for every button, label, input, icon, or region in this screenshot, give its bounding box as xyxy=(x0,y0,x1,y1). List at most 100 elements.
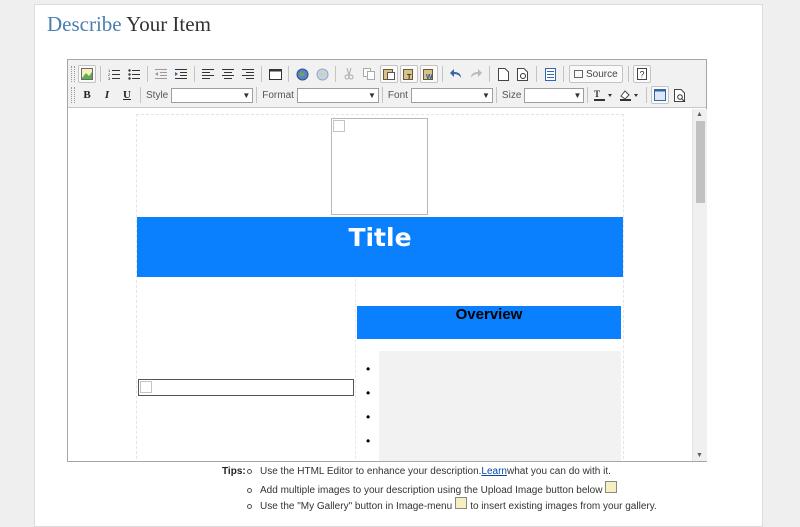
undo-icon[interactable] xyxy=(447,65,465,83)
size-label: Size xyxy=(501,89,522,101)
chevron-down-icon: ▼ xyxy=(367,90,376,100)
source-button[interactable]: Source xyxy=(569,65,623,83)
copy-icon[interactable] xyxy=(360,65,378,83)
outdent-icon[interactable] xyxy=(152,65,170,83)
align-left-icon[interactable] xyxy=(199,65,217,83)
svg-text:3: 3 xyxy=(108,76,111,80)
image-icon xyxy=(455,497,468,509)
style-label: Style xyxy=(146,89,169,101)
align-right-icon[interactable] xyxy=(239,65,257,83)
tips-label: Tips: xyxy=(222,466,246,477)
toolbar-separator xyxy=(261,66,262,82)
bulleted-list-icon[interactable] xyxy=(125,65,143,83)
source-icon xyxy=(574,70,583,78)
heading-word-your-item: Your Item xyxy=(126,12,211,36)
italic-button[interactable]: I xyxy=(98,86,116,104)
toolbar-separator xyxy=(147,66,148,82)
learn-link[interactable]: Learn xyxy=(481,466,507,477)
new-page-icon[interactable] xyxy=(494,65,512,83)
column-divider xyxy=(355,279,356,461)
bold-button[interactable]: B xyxy=(78,86,96,104)
format-label: Format xyxy=(262,89,294,101)
toolbar-separator xyxy=(100,66,101,82)
numbered-list-icon[interactable]: 123 xyxy=(105,65,123,83)
paste-text-icon[interactable]: T xyxy=(400,65,418,83)
bullet-point: • xyxy=(366,362,371,376)
chevron-down-icon: ▼ xyxy=(482,90,490,100)
tip-bullet-icon xyxy=(247,503,252,509)
toolbar-separator xyxy=(627,66,629,82)
templates-icon[interactable] xyxy=(541,65,559,83)
align-center-icon[interactable] xyxy=(219,65,237,83)
bullet-list-area[interactable] xyxy=(379,351,621,461)
underline-button[interactable]: U xyxy=(118,86,136,104)
toolbar-grip[interactable] xyxy=(71,87,75,103)
show-blocks-icon[interactable] xyxy=(671,86,689,104)
toolbar-separator xyxy=(381,87,383,103)
logo-image-placeholder[interactable] xyxy=(331,118,428,215)
size-select[interactable]: ▼ xyxy=(524,87,585,103)
heading-word-describe: Describe xyxy=(47,12,122,36)
style-select[interactable]: ▼ xyxy=(171,87,254,103)
tip-item: Use the HTML Editor to enhance your desc… xyxy=(247,466,611,477)
editor-scrollbar[interactable]: ▲ ▼ xyxy=(692,109,707,461)
tip-item: Add multiple images to your description … xyxy=(247,481,620,496)
broken-image-icon xyxy=(333,120,345,132)
toolbar-separator xyxy=(288,66,289,82)
toolbar-separator xyxy=(563,66,564,82)
text-color-icon[interactable]: T xyxy=(592,86,616,104)
font-label: Font xyxy=(387,89,408,101)
paste-icon[interactable] xyxy=(380,65,398,83)
table-icon[interactable] xyxy=(266,65,284,83)
scrollbar-thumb[interactable] xyxy=(696,121,705,203)
tip-text: what you can do with it. xyxy=(506,466,611,477)
bullet-point: • xyxy=(366,410,371,424)
describe-item-panel: Describe Your Item 123 T W Source ? B I … xyxy=(34,4,763,527)
insert-image-icon[interactable] xyxy=(78,65,96,83)
toolbar-separator xyxy=(646,87,648,103)
title-banner[interactable]: Title xyxy=(137,217,623,277)
editor-content-area[interactable]: Title Overview • • • • xyxy=(68,109,692,461)
editor-toolbar: 123 T W Source ? B I U Style ▼ Format ▼ … xyxy=(68,60,706,108)
source-button-label: Source xyxy=(586,68,618,80)
cut-icon[interactable] xyxy=(340,65,358,83)
toolbar-grip[interactable] xyxy=(71,66,75,82)
left-image-placeholder[interactable] xyxy=(138,379,354,396)
toolbar-separator xyxy=(140,87,141,103)
chevron-down-icon: ▼ xyxy=(573,90,582,100)
toolbar-separator xyxy=(536,66,537,82)
maximize-icon[interactable] xyxy=(651,86,670,104)
page-heading: Describe Your Item xyxy=(47,12,211,37)
help-icon[interactable]: ? xyxy=(632,65,651,83)
broken-image-icon xyxy=(140,381,152,393)
toolbar-separator xyxy=(256,87,258,103)
format-select[interactable]: ▼ xyxy=(296,87,379,103)
toolbar-row-2: B I U Style ▼ Format ▼ Font ▼ Size ▼ T xyxy=(68,84,690,106)
chevron-down-icon: ▼ xyxy=(242,90,251,100)
svg-text:T: T xyxy=(407,74,412,80)
tip-text: Add multiple images to your description … xyxy=(260,484,603,496)
svg-text:T: T xyxy=(594,89,600,99)
image-icon xyxy=(605,481,618,493)
redo-icon[interactable] xyxy=(467,65,485,83)
tip-text: Use the "My Gallery" button in Image-men… xyxy=(260,500,453,512)
paste-word-icon[interactable]: W xyxy=(420,65,438,83)
toolbar-separator xyxy=(194,66,195,82)
font-select[interactable]: ▼ xyxy=(410,87,493,103)
preview-icon[interactable] xyxy=(514,65,532,83)
tip-text: Use the HTML Editor to enhance your desc… xyxy=(260,466,482,477)
unlink-icon[interactable] xyxy=(313,65,331,83)
scroll-down-icon[interactable]: ▼ xyxy=(696,452,703,459)
background-color-icon[interactable] xyxy=(618,86,642,104)
indent-icon[interactable] xyxy=(172,65,190,83)
toolbar-separator xyxy=(442,66,443,82)
toolbar-separator xyxy=(335,66,336,82)
bullet-point: • xyxy=(366,386,371,400)
tip-bullet-icon xyxy=(247,469,252,474)
scroll-up-icon[interactable]: ▲ xyxy=(696,111,703,118)
bullet-point: • xyxy=(366,434,371,448)
link-icon[interactable] xyxy=(293,65,311,83)
tip-text: to insert existing images from your gall… xyxy=(470,500,657,512)
tip-bullet-icon xyxy=(247,487,252,493)
overview-banner[interactable]: Overview xyxy=(357,306,621,339)
